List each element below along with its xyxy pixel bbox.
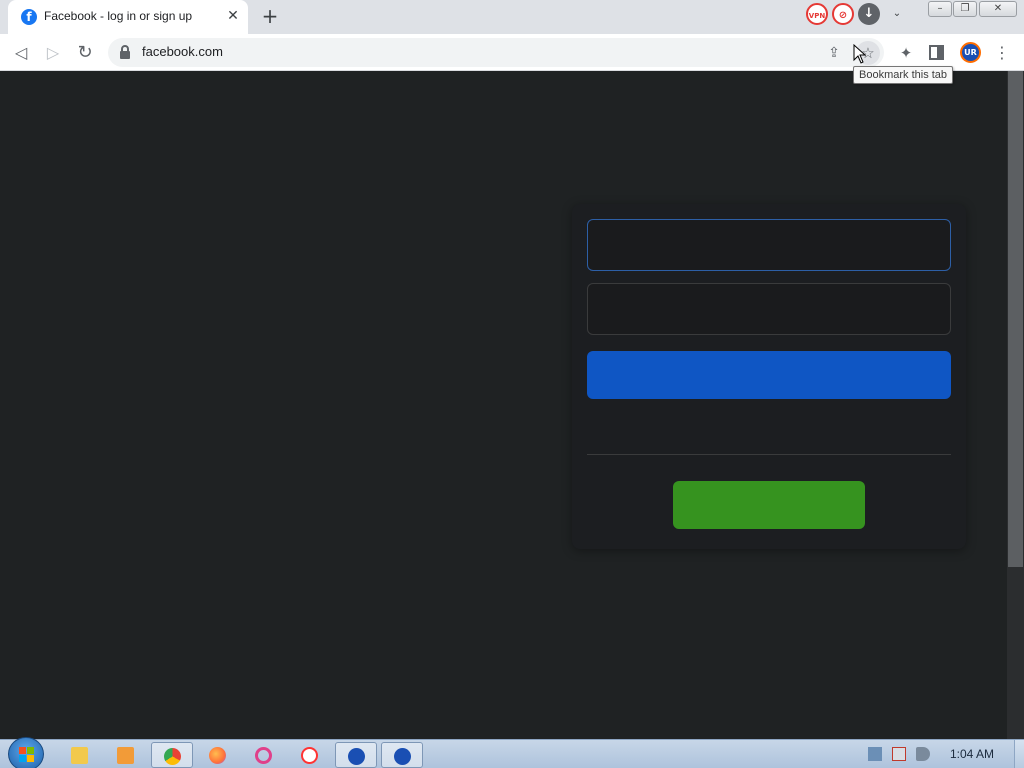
tray-network-icon[interactable] xyxy=(868,747,882,761)
back-button[interactable]: ◁ xyxy=(10,42,32,64)
bookmark-tooltip: Bookmark this tab xyxy=(853,66,954,84)
facebook-favicon-icon: f xyxy=(21,9,37,25)
password-field[interactable] xyxy=(587,283,951,335)
url-text[interactable]: facebook.com xyxy=(142,44,223,59)
start-button[interactable] xyxy=(8,737,44,768)
browser-tab-facebook[interactable]: f Facebook - log in or sign up ✕ xyxy=(8,0,248,34)
folder-icon xyxy=(71,747,88,764)
windows-taskbar: 1:04 AM xyxy=(0,737,1024,768)
taskbar-ur-browser-2[interactable] xyxy=(381,742,423,768)
new-tab-button[interactable]: + xyxy=(258,5,282,29)
system-tray: 1:04 AM xyxy=(862,740,1024,768)
window-minimize-button[interactable]: – xyxy=(928,1,952,17)
window-restore-button[interactable]: ❐ xyxy=(953,1,977,17)
create-account-button[interactable] xyxy=(673,481,865,529)
show-desktop-button[interactable] xyxy=(1014,740,1024,768)
tab-close-icon[interactable]: ✕ xyxy=(224,7,242,25)
page-scrollbar[interactable] xyxy=(1007,71,1024,739)
taskbar-clock[interactable]: 1:04 AM xyxy=(950,747,994,761)
mask-extension-icon[interactable]: ⊘ xyxy=(832,3,854,25)
taskbar-yandex[interactable] xyxy=(289,742,331,768)
taskbar-opera[interactable] xyxy=(243,742,285,768)
mouse-cursor-icon xyxy=(853,44,867,64)
taskbar-firefox[interactable] xyxy=(197,742,239,768)
window-close-button[interactable]: ✕ xyxy=(979,1,1017,17)
tab-search-chevron-icon[interactable]: ⌄ xyxy=(889,6,905,22)
login-button[interactable] xyxy=(587,351,951,399)
yandex-icon xyxy=(301,747,318,764)
tray-action-center-icon[interactable] xyxy=(892,747,906,761)
ur-browser-icon xyxy=(394,748,411,765)
taskbar-media-player[interactable] xyxy=(105,742,147,768)
browser-tab-strip: f Facebook - log in or sign up ✕ + VPN ⊘… xyxy=(0,0,1024,34)
ur-browser-icon xyxy=(348,748,365,765)
tab-title: Facebook - log in or sign up xyxy=(44,9,193,23)
opera-icon xyxy=(255,747,272,764)
lock-icon[interactable] xyxy=(120,45,130,59)
forward-button[interactable]: ▷ xyxy=(42,42,64,64)
browser-menu-icon[interactable]: ⋮ xyxy=(994,42,1010,64)
media-player-icon xyxy=(117,747,134,764)
profile-avatar-icon[interactable]: UR xyxy=(960,42,981,63)
windows-logo-icon xyxy=(19,747,34,762)
chrome-icon xyxy=(164,748,181,765)
side-panel-icon[interactable] xyxy=(929,45,944,60)
divider xyxy=(587,454,951,455)
download-extension-icon[interactable]: ↓ xyxy=(858,3,880,25)
share-icon[interactable]: ⇪ xyxy=(824,43,844,63)
taskbar-chrome[interactable] xyxy=(151,742,193,768)
firefox-icon xyxy=(209,747,226,764)
scrollbar-thumb[interactable] xyxy=(1008,71,1023,567)
address-bar[interactable]: facebook.com ⇪ ☆ xyxy=(108,38,884,67)
email-field[interactable] xyxy=(587,219,951,271)
login-card xyxy=(572,204,966,549)
taskbar-explorer[interactable] xyxy=(59,742,101,768)
tray-volume-icon[interactable] xyxy=(916,747,930,761)
page-viewport xyxy=(0,71,1024,739)
taskbar-ur-browser-1[interactable] xyxy=(335,742,377,768)
vpn-extension-icon[interactable]: VPN xyxy=(806,3,828,25)
reload-button[interactable]: ↻ xyxy=(74,42,96,64)
extensions-puzzle-icon[interactable]: ✦ xyxy=(895,42,917,64)
